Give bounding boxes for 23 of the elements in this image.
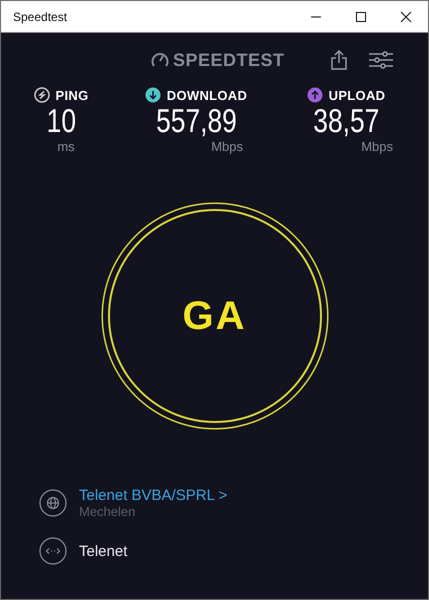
share-button[interactable] [330, 50, 347, 70]
connection-icon [39, 537, 67, 565]
metric-value: 38,57 [312, 103, 380, 139]
metric-label: UPLOAD [328, 88, 386, 102]
metric-label: PING [56, 88, 88, 102]
metric-unit: ms [57, 139, 75, 154]
server-link[interactable]: Telenet BVBA/SPRL > [79, 487, 228, 504]
metric-unit: Mbps [361, 139, 393, 154]
settings-button[interactable] [368, 51, 393, 69]
globe-icon [39, 489, 67, 517]
sliders-icon [368, 51, 393, 69]
app-logo: SPEEDTEST [173, 50, 285, 70]
gauge-icon [151, 52, 169, 68]
metric-label: DOWNLOAD [166, 88, 248, 102]
window-title: Speedtest [13, 10, 68, 24]
share-icon [330, 50, 347, 70]
metric-unit: Mbps [211, 139, 243, 154]
connection-name: Telenet [79, 542, 128, 560]
maximize-icon [354, 10, 366, 22]
server-location: Mechelen [79, 504, 136, 519]
close-icon [400, 10, 412, 22]
metric-value: 557,89 [156, 103, 236, 139]
metric-value: 10 [46, 103, 76, 139]
